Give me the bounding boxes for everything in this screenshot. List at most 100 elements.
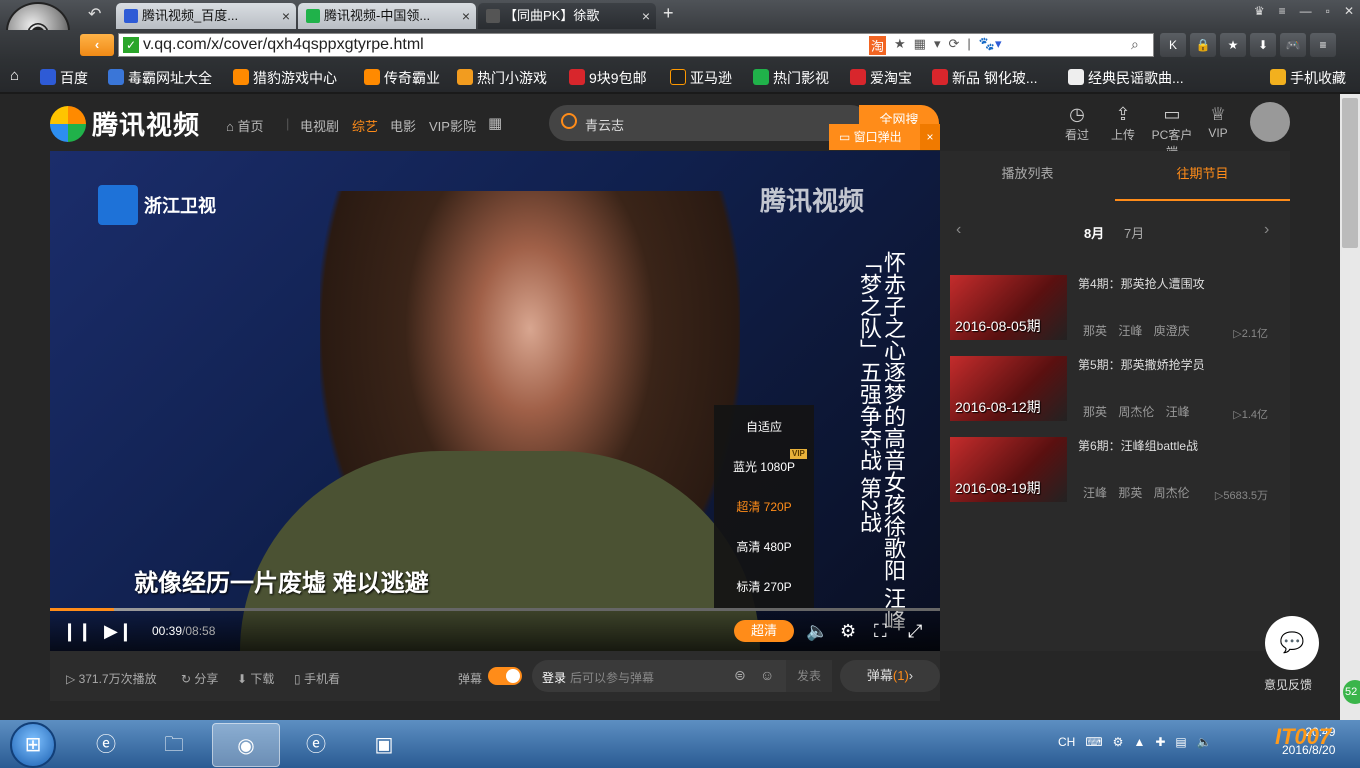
keyboard-icon[interactable]: ⌨ (1085, 735, 1102, 749)
scrollbar[interactable] (1340, 94, 1360, 720)
skin-icon[interactable]: ♛ (1254, 4, 1265, 18)
bookmark-item[interactable]: 热门小游戏 (457, 68, 547, 88)
lock-icon[interactable]: 🔒 (1190, 33, 1216, 57)
taobao-icon[interactable]: 淘 (869, 36, 887, 55)
k-icon[interactable]: K (1160, 33, 1186, 57)
share-button[interactable]: ↻ 分享 (181, 670, 218, 687)
bookmark-item[interactable]: 亚马逊 (670, 68, 732, 88)
bookmark-item[interactable]: 传奇霸业 (364, 68, 440, 88)
upload-button[interactable]: ⇪ 上传 (1098, 104, 1148, 143)
tab-tencent-video[interactable]: 腾讯视频-中国领... × (298, 3, 476, 29)
nav-home[interactable]: ⌂ 首页 (226, 116, 263, 135)
search-value[interactable]: 青云志 (585, 115, 624, 134)
bookmark-item[interactable]: 毒霸网址大全 (108, 68, 212, 88)
send-button[interactable]: 发表 (786, 660, 832, 692)
nav-movie[interactable]: 电影 (390, 116, 416, 135)
close-icon[interactable]: × (462, 3, 470, 29)
language-indicator[interactable]: CH (1058, 735, 1075, 749)
cheetah-browser-taskbar-icon[interactable]: ◉ (212, 723, 280, 767)
danmu-toggle[interactable] (488, 667, 522, 685)
bookmark-item[interactable]: 热门影视 (753, 68, 829, 88)
episode-item[interactable]: 2016-08-19期 第6期：汪峰组battle战 汪峰 那英 周杰伦 ▷56… (950, 437, 1280, 509)
menu-icon[interactable]: ≡ (1279, 4, 1286, 18)
tab-past-episodes[interactable]: 往期节目 (1115, 151, 1290, 201)
close-window-icon[interactable]: ✕ (1344, 4, 1354, 18)
vip-button[interactable]: ♕ VIP (1193, 104, 1243, 140)
bookmark-item[interactable]: 经典民谣歌曲... (1068, 68, 1184, 88)
video-player[interactable]: 浙江卫视 腾讯视频 怀赤子之心逐梦的高音女孩徐歌阳 汪峰「梦之队」五强争夺战 第… (50, 151, 940, 651)
quality-button[interactable]: 超清 (734, 620, 794, 642)
gamepad-icon[interactable]: 🎮 (1280, 33, 1306, 57)
bookmark-item[interactable]: 百度 (40, 68, 88, 88)
avatar[interactable] (1250, 102, 1290, 142)
volume-icon[interactable]: 🔈 (1197, 735, 1212, 749)
bookmark-item[interactable]: 猎豹游戏中心 (233, 68, 337, 88)
pause-icon[interactable]: ❙❙ (62, 621, 92, 641)
site-logo[interactable]: 腾讯视频 (50, 105, 200, 142)
menu-icon[interactable]: ≡ (1310, 33, 1336, 57)
tab-baidu[interactable]: 腾讯视频_百度... × (116, 3, 296, 29)
iqiyi-taskbar-icon[interactable]: ▣ (356, 723, 412, 767)
folder-taskbar-icon[interactable]: 🗀 (146, 723, 202, 767)
url-text[interactable]: v.qq.com/x/cover/qxh4qsppxgtyrpe.html (143, 36, 424, 54)
reload-icon[interactable]: ⟳ (949, 36, 960, 55)
quality-option-480p[interactable]: 高清 480P (714, 527, 814, 567)
history-button[interactable]: ◷ 看过 (1052, 104, 1102, 143)
side-badge[interactable]: 52 (1343, 680, 1360, 704)
danmu-input[interactable]: 登录 后可以参与弹幕 ⊜ ☺ (532, 660, 786, 692)
danmu-style-icon[interactable]: ⊜ (734, 667, 746, 684)
danmu-list-button[interactable]: 弹幕(1)› (840, 660, 940, 692)
episode-item[interactable]: 2016-08-05期 第4期：那英抢人遭围攻 那英 汪峰 庾澄庆 ▷2.1亿 (950, 275, 1280, 347)
close-icon[interactable]: × (282, 3, 290, 29)
bookmark-item[interactable]: 手机收藏 (1270, 68, 1346, 88)
chevron-right-icon[interactable]: › (1264, 221, 1269, 239)
back-button[interactable]: ‹ (80, 34, 114, 56)
maximize-icon[interactable]: ▫ (1326, 4, 1330, 18)
popout-window-button[interactable]: ▭ 窗口弹出 × (829, 124, 940, 150)
home-icon[interactable]: ⌂ (10, 67, 19, 84)
settings-icon[interactable]: ⚙ (1113, 735, 1124, 749)
grid-icon[interactable]: ▦ (914, 36, 926, 55)
month-jul[interactable]: 7月 (1124, 223, 1144, 242)
new-tab-button[interactable]: + (663, 3, 674, 24)
show-hidden-icon[interactable]: ▲ (1133, 735, 1145, 749)
download-button[interactable]: ⬇ 下载 (237, 670, 274, 687)
network-icon[interactable]: ▤ (1175, 735, 1186, 749)
scrollbar-thumb[interactable] (1342, 98, 1358, 248)
nav-tv[interactable]: 电视剧 (300, 116, 339, 135)
nav-variety[interactable]: 综艺 (352, 116, 378, 135)
nav-vip[interactable]: VIP影院 (429, 116, 476, 135)
grid-menu-icon[interactable]: ▦ (488, 114, 502, 132)
tab-current-video[interactable]: 【同曲PK】徐歌 × (478, 3, 656, 29)
minimize-icon[interactable]: — (1300, 4, 1312, 18)
episode-item[interactable]: 2016-08-12期 第5期：那英撒娇抢学员 那英 周杰伦 汪峰 ▷1.4亿 (950, 356, 1280, 428)
emoji-icon[interactable]: ☺ (760, 667, 774, 683)
quality-option-720p[interactable]: 超清 720P (714, 487, 814, 527)
settings-icon[interactable]: ⚙ (840, 621, 856, 641)
ie-green-taskbar-icon[interactable]: ⓔ (288, 723, 344, 767)
baidu-search-icon[interactable]: 🐾▾ (979, 36, 1002, 55)
tab-playlist[interactable]: 播放列表 (940, 151, 1115, 201)
close-icon[interactable]: × (642, 3, 650, 29)
bookmark-item[interactable]: 9块9包邮 (569, 68, 647, 88)
ie-taskbar-icon[interactable]: ⓔ (78, 723, 134, 767)
login-link[interactable]: 登录 (542, 669, 566, 686)
start-button[interactable]: ⊞ (10, 722, 56, 768)
episode-title[interactable]: 第6期：汪峰组battle战 (1078, 437, 1198, 454)
dropdown-icon[interactable]: ▾ (934, 36, 941, 55)
plus-icon[interactable]: ✚ (1155, 735, 1165, 749)
close-icon[interactable]: × (920, 124, 940, 150)
mobile-watch-button[interactable]: ▯ 手机看 (294, 670, 340, 687)
bookmark-item[interactable]: 爱淘宝 (850, 68, 912, 88)
url-box[interactable]: ✓ v.qq.com/x/cover/qxh4qsppxgtyrpe.html … (118, 33, 1154, 57)
search-input[interactable]: 青云志 (549, 105, 869, 141)
star-icon[interactable]: ★ (894, 36, 906, 55)
next-icon[interactable]: ▶❙ (104, 621, 133, 641)
search-icon[interactable]: ⌕ (1131, 36, 1139, 53)
widescreen-icon[interactable]: ⛶ (874, 621, 887, 641)
download-icon[interactable]: ⬇ (1250, 33, 1276, 57)
favorite-icon[interactable]: ★ (1220, 33, 1246, 57)
quality-option-270p[interactable]: 标清 270P (714, 567, 814, 607)
chevron-left-icon[interactable]: ‹ (956, 221, 961, 239)
undo-close-tab-icon[interactable]: ↶ (88, 4, 101, 24)
